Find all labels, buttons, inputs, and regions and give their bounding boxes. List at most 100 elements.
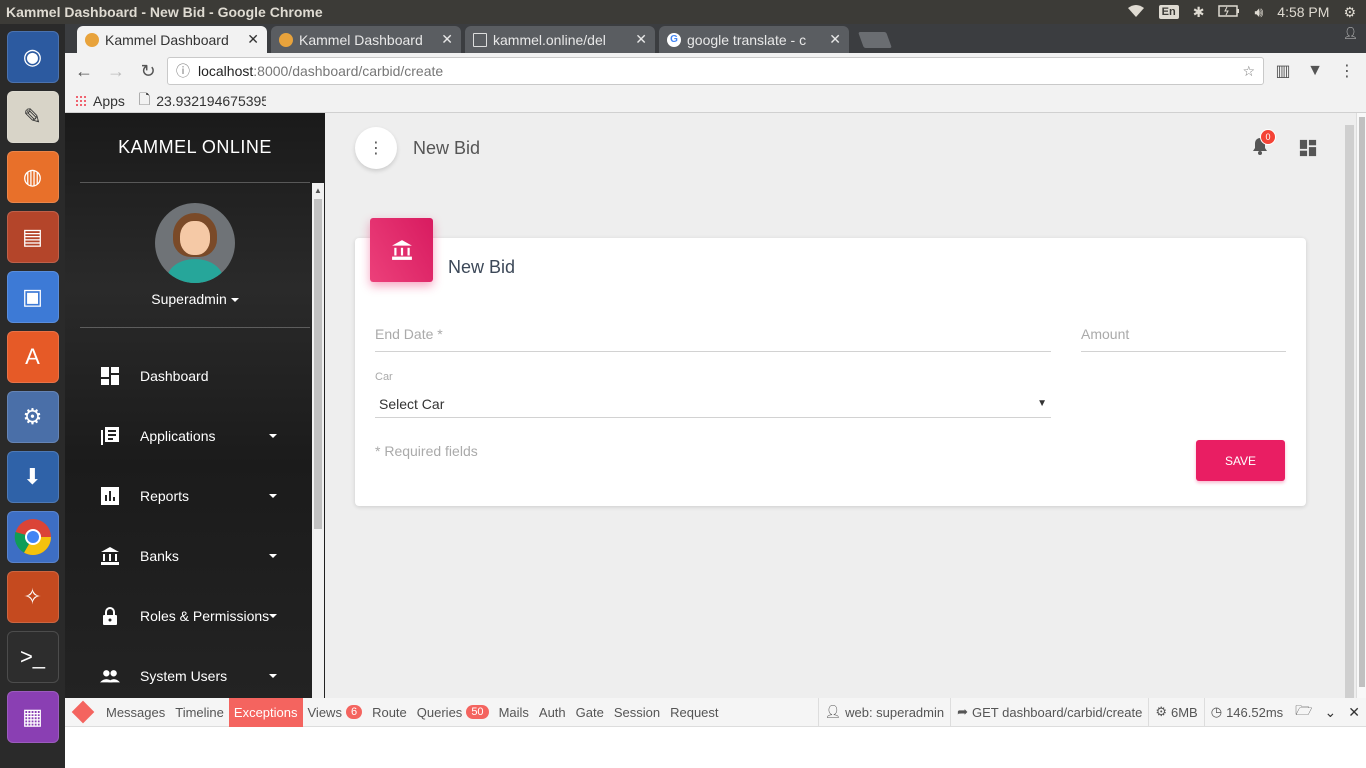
car-select[interactable]: Select Car ▼ bbox=[375, 390, 1051, 418]
time-stat[interactable]: ◷ 146.52ms bbox=[1203, 697, 1289, 727]
page-scrollbar[interactable] bbox=[1342, 113, 1366, 698]
firefox-icon[interactable]: ◍ bbox=[6, 151, 59, 203]
caret-down-icon bbox=[269, 614, 277, 618]
bookmark-apps[interactable]: Apps bbox=[75, 93, 125, 109]
info-icon[interactable]: ⓘ bbox=[176, 61, 190, 81]
bookmark-item[interactable]: 🗋 23.932194675395 bbox=[139, 89, 266, 113]
keyboard-layout-indicator[interactable]: En bbox=[1158, 5, 1179, 19]
virtualbox-icon[interactable]: ▣ bbox=[6, 271, 59, 323]
bookmark-star-icon[interactable]: ☆ bbox=[1242, 63, 1255, 80]
card-title: New Bid bbox=[448, 257, 516, 277]
extension-film-icon[interactable]: ▥ bbox=[1270, 61, 1296, 81]
profile-icon[interactable]: 👤︎ bbox=[1343, 26, 1358, 40]
debug-tab-request[interactable]: Request bbox=[665, 698, 723, 727]
browser-toolbar: ← → ↻ ⓘ localhost:8000/dashboard/carbid/… bbox=[65, 53, 1366, 89]
route-stat[interactable]: ➦ GET dashboard/carbid/create bbox=[950, 697, 1148, 727]
debug-tab-route[interactable]: Route bbox=[367, 698, 412, 727]
close-tab-icon[interactable]: ✕ bbox=[441, 31, 453, 48]
debug-tab-gate[interactable]: Gate bbox=[571, 698, 609, 727]
end-date-field[interactable]: End Date * bbox=[375, 326, 1051, 352]
user-menu-toggle[interactable]: Superadmin bbox=[80, 291, 310, 307]
user-icon: 👤︎ bbox=[824, 704, 842, 719]
chrome-icon[interactable] bbox=[6, 511, 59, 563]
back-arrow-icon[interactable]: ← bbox=[71, 61, 97, 82]
brand-logo[interactable]: KAMMEL ONLINE bbox=[80, 113, 310, 183]
clock[interactable]: 4:58 PM bbox=[1277, 4, 1329, 20]
system-settings-icon[interactable]: ⚙ bbox=[6, 391, 59, 443]
debug-tab-queries[interactable]: Queries 50 bbox=[412, 698, 494, 727]
menu-kebab-icon[interactable]: ⋮ bbox=[1334, 61, 1360, 81]
minimize-chevron-icon[interactable]: ⌄ bbox=[1319, 704, 1343, 721]
debug-tab-session[interactable]: Session bbox=[609, 698, 665, 727]
notification-badge: 0 bbox=[1260, 129, 1276, 145]
software-center-icon[interactable]: A bbox=[6, 331, 59, 383]
page-title: New Bid bbox=[413, 137, 481, 158]
close-tab-icon[interactable]: ✕ bbox=[635, 31, 647, 48]
debug-tab-views[interactable]: Views 6 bbox=[303, 698, 368, 727]
forward-arrow-icon[interactable]: → bbox=[103, 61, 129, 82]
inner-scroll-track[interactable] bbox=[1345, 125, 1354, 698]
window-scroll-track[interactable] bbox=[1356, 113, 1366, 698]
browser-tab-3[interactable]: kammel.online/del ✕ bbox=[465, 26, 655, 53]
close-icon[interactable]: ✕ bbox=[1342, 704, 1366, 721]
sidebar-item-system-users[interactable]: System Users bbox=[65, 646, 325, 698]
debug-tab-mails[interactable]: Mails bbox=[494, 698, 534, 727]
ubuntu-dash-icon[interactable]: ◉ bbox=[6, 31, 59, 83]
debugbar: Messages Timeline Exceptions Views 6 Rout… bbox=[65, 697, 1366, 768]
browser-window: Kammel Dashboard ✕ Kammel Dashboard ✕ ka… bbox=[65, 24, 1366, 768]
sidebar-item-label: Banks bbox=[140, 548, 179, 564]
open-folder-icon[interactable]: 🗁 bbox=[1289, 700, 1318, 724]
window-scroll-thumb[interactable] bbox=[1359, 117, 1365, 687]
debug-tab-messages[interactable]: Messages bbox=[101, 698, 170, 727]
caret-down-icon bbox=[230, 298, 239, 303]
browser-tab-4[interactable]: G google translate - c ✕ bbox=[659, 26, 849, 53]
postman-icon[interactable]: ✧ bbox=[6, 571, 59, 623]
sidebar-item-reports[interactable]: Reports bbox=[65, 466, 325, 526]
sidebar-nav: Dashboard Applications Reports Banks Rol… bbox=[65, 346, 325, 698]
settings-gear-icon[interactable]: ⚙ bbox=[1343, 4, 1356, 21]
sidebar-scrollbar[interactable]: ▲ bbox=[312, 183, 324, 698]
sidebar-item-label: Reports bbox=[140, 488, 190, 504]
sidebar-item-roles-permissions[interactable]: Roles & Permissions bbox=[65, 586, 325, 646]
url-text: localhost:8000/dashboard/carbid/create bbox=[198, 63, 444, 79]
debug-tab-exceptions[interactable]: Exceptions bbox=[228, 697, 303, 727]
sidebar-item-label: Roles & Permissions bbox=[140, 608, 270, 624]
sidebar-scroll-thumb[interactable] bbox=[314, 199, 322, 529]
wifi-icon[interactable] bbox=[1127, 4, 1145, 21]
laravel-logo-icon[interactable] bbox=[65, 698, 101, 727]
tab-label: Kammel Dashboard bbox=[105, 31, 229, 48]
save-button[interactable]: SAVE bbox=[1196, 440, 1285, 481]
dashboard-button[interactable] bbox=[1299, 139, 1317, 162]
volume-icon[interactable]: 🔊︎ bbox=[1254, 4, 1263, 21]
views-count-badge: 6 bbox=[345, 705, 363, 719]
file-manager-icon[interactable]: ▤ bbox=[6, 211, 59, 263]
lock-icon bbox=[100, 606, 120, 626]
workspace-switcher-icon[interactable]: ▦ bbox=[6, 691, 59, 743]
google-icon: G bbox=[667, 32, 681, 47]
auth-user-stat[interactable]: 👤︎ web: superadmin bbox=[817, 697, 951, 727]
sidebar-minimize-button[interactable]: ⋮ bbox=[355, 127, 397, 169]
close-tab-icon[interactable]: ✕ bbox=[247, 31, 259, 48]
debug-tab-timeline[interactable]: Timeline bbox=[170, 698, 229, 727]
new-tab-button[interactable] bbox=[858, 32, 892, 48]
close-tab-icon[interactable]: ✕ bbox=[829, 31, 841, 48]
notifications-button[interactable]: 0 bbox=[1252, 129, 1276, 160]
tab-label: Kammel Dashboard bbox=[299, 31, 423, 48]
terminal-icon[interactable]: >_ bbox=[6, 631, 59, 683]
browser-tab-2[interactable]: Kammel Dashboard ✕ bbox=[271, 26, 461, 53]
extension-vuejs-icon[interactable]: ▼ bbox=[1302, 62, 1328, 80]
reload-icon[interactable]: ↻ bbox=[135, 61, 161, 82]
battery-icon[interactable] bbox=[1218, 4, 1240, 20]
bluetooth-icon[interactable]: ✱ bbox=[1193, 4, 1205, 21]
address-bar[interactable]: ⓘ localhost:8000/dashboard/carbid/create… bbox=[167, 57, 1264, 85]
memory-stat[interactable]: ⚙ 6MB bbox=[1148, 697, 1203, 727]
scroll-up-arrow-icon[interactable]: ▲ bbox=[314, 186, 322, 195]
sidebar-item-banks[interactable]: Banks bbox=[65, 526, 325, 586]
debug-tab-auth[interactable]: Auth bbox=[534, 698, 571, 727]
download-manager-icon[interactable]: ⬇ bbox=[6, 451, 59, 503]
browser-tab-1[interactable]: Kammel Dashboard ✕ bbox=[77, 26, 267, 53]
amount-field[interactable]: Amount bbox=[1081, 326, 1286, 352]
text-editor-icon[interactable]: ✎ bbox=[6, 91, 59, 143]
sidebar-item-dashboard[interactable]: Dashboard bbox=[65, 346, 325, 406]
sidebar-item-applications[interactable]: Applications bbox=[65, 406, 325, 466]
